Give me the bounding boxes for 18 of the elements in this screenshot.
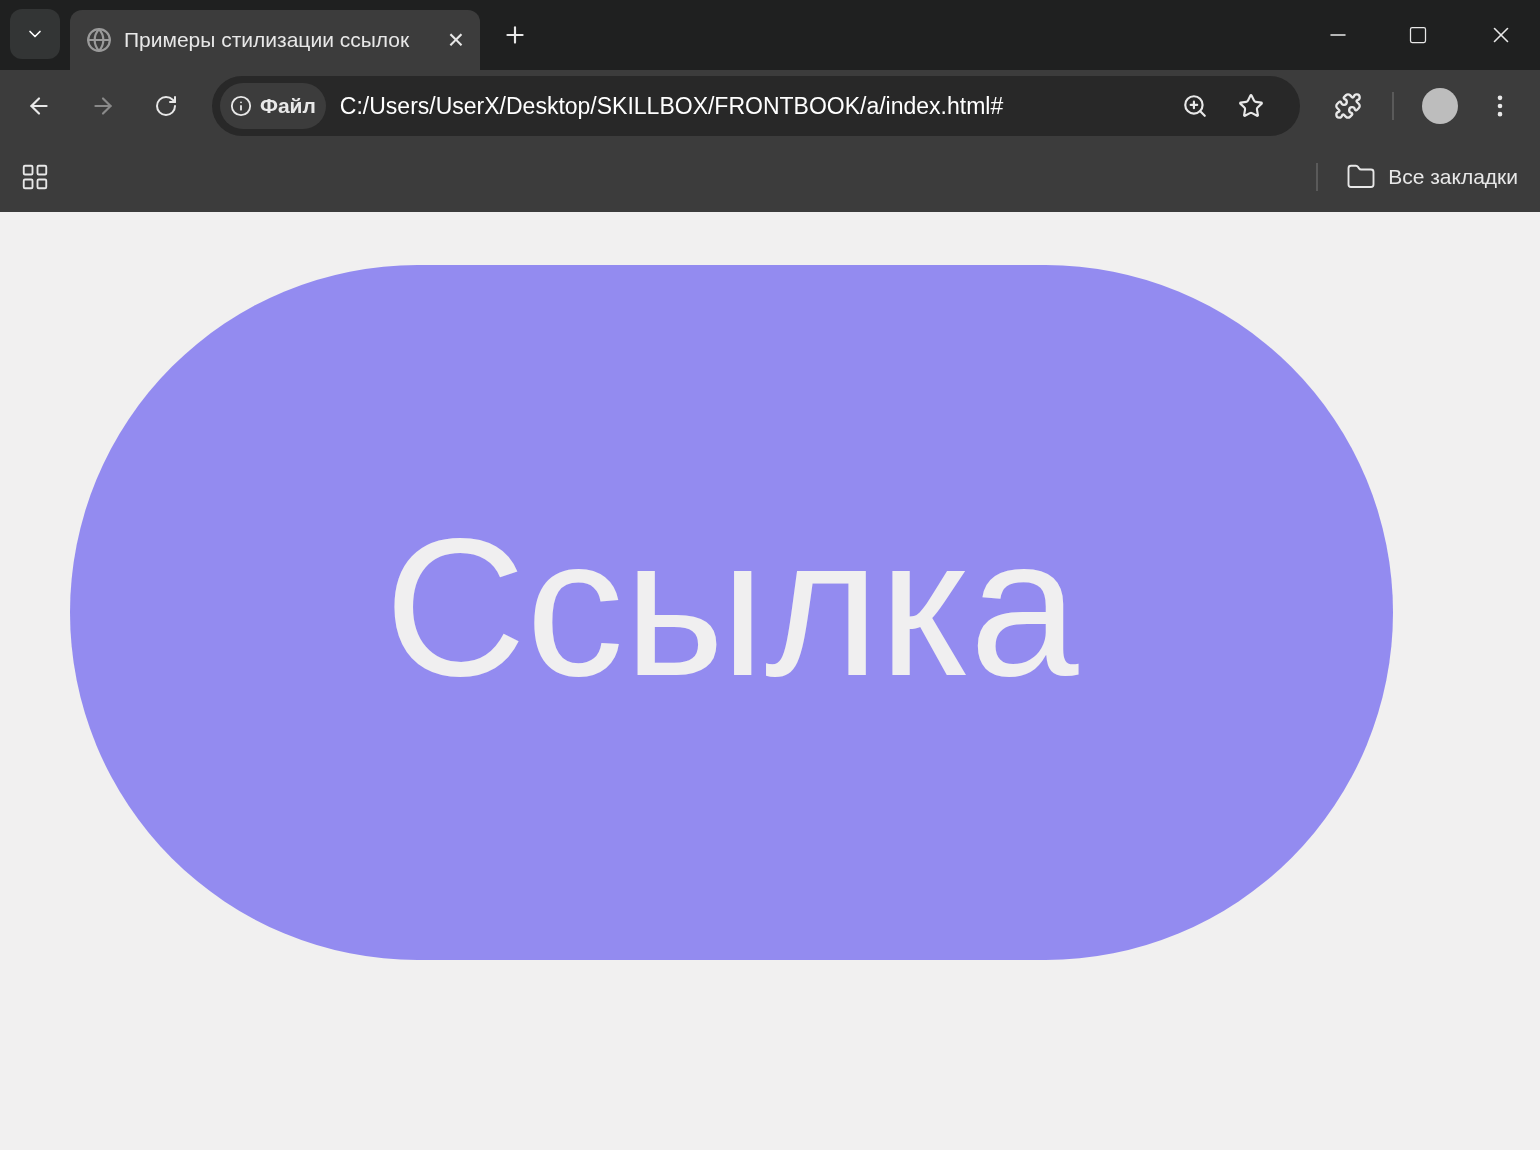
browser-tab[interactable]: Примеры стилизации ссылок × <box>70 10 480 70</box>
info-icon <box>230 95 252 117</box>
all-bookmarks-label: Все закладки <box>1388 164 1518 191</box>
maximize-icon[interactable] <box>1408 25 1428 45</box>
all-bookmarks-button[interactable]: Все закладки <box>1346 161 1518 193</box>
extensions-icon[interactable] <box>1334 92 1362 120</box>
bookmark-star-icon[interactable] <box>1238 93 1264 119</box>
profile-avatar[interactable] <box>1422 88 1458 124</box>
url-text: C:/Users/UserX/Desktop/SKILLBOX/FRONTBOOK/a/index.html# <box>339 91 1005 121</box>
address-bar[interactable]: Файл C:/Users/UserX/Desktop/SKILLBOX/FRONTBOOK/a/index.html# <box>212 76 1300 136</box>
apps-icon[interactable] <box>20 162 50 192</box>
tab-close-button[interactable]: × <box>447 26 464 54</box>
zoom-icon[interactable] <box>1182 93 1208 119</box>
security-label: Файл <box>260 93 316 120</box>
site-info-chip[interactable]: Файл <box>220 83 326 129</box>
globe-icon <box>86 27 112 53</box>
reload-icon[interactable] <box>154 94 178 118</box>
tab-title: Примеры стилизации ссылок <box>124 27 411 54</box>
